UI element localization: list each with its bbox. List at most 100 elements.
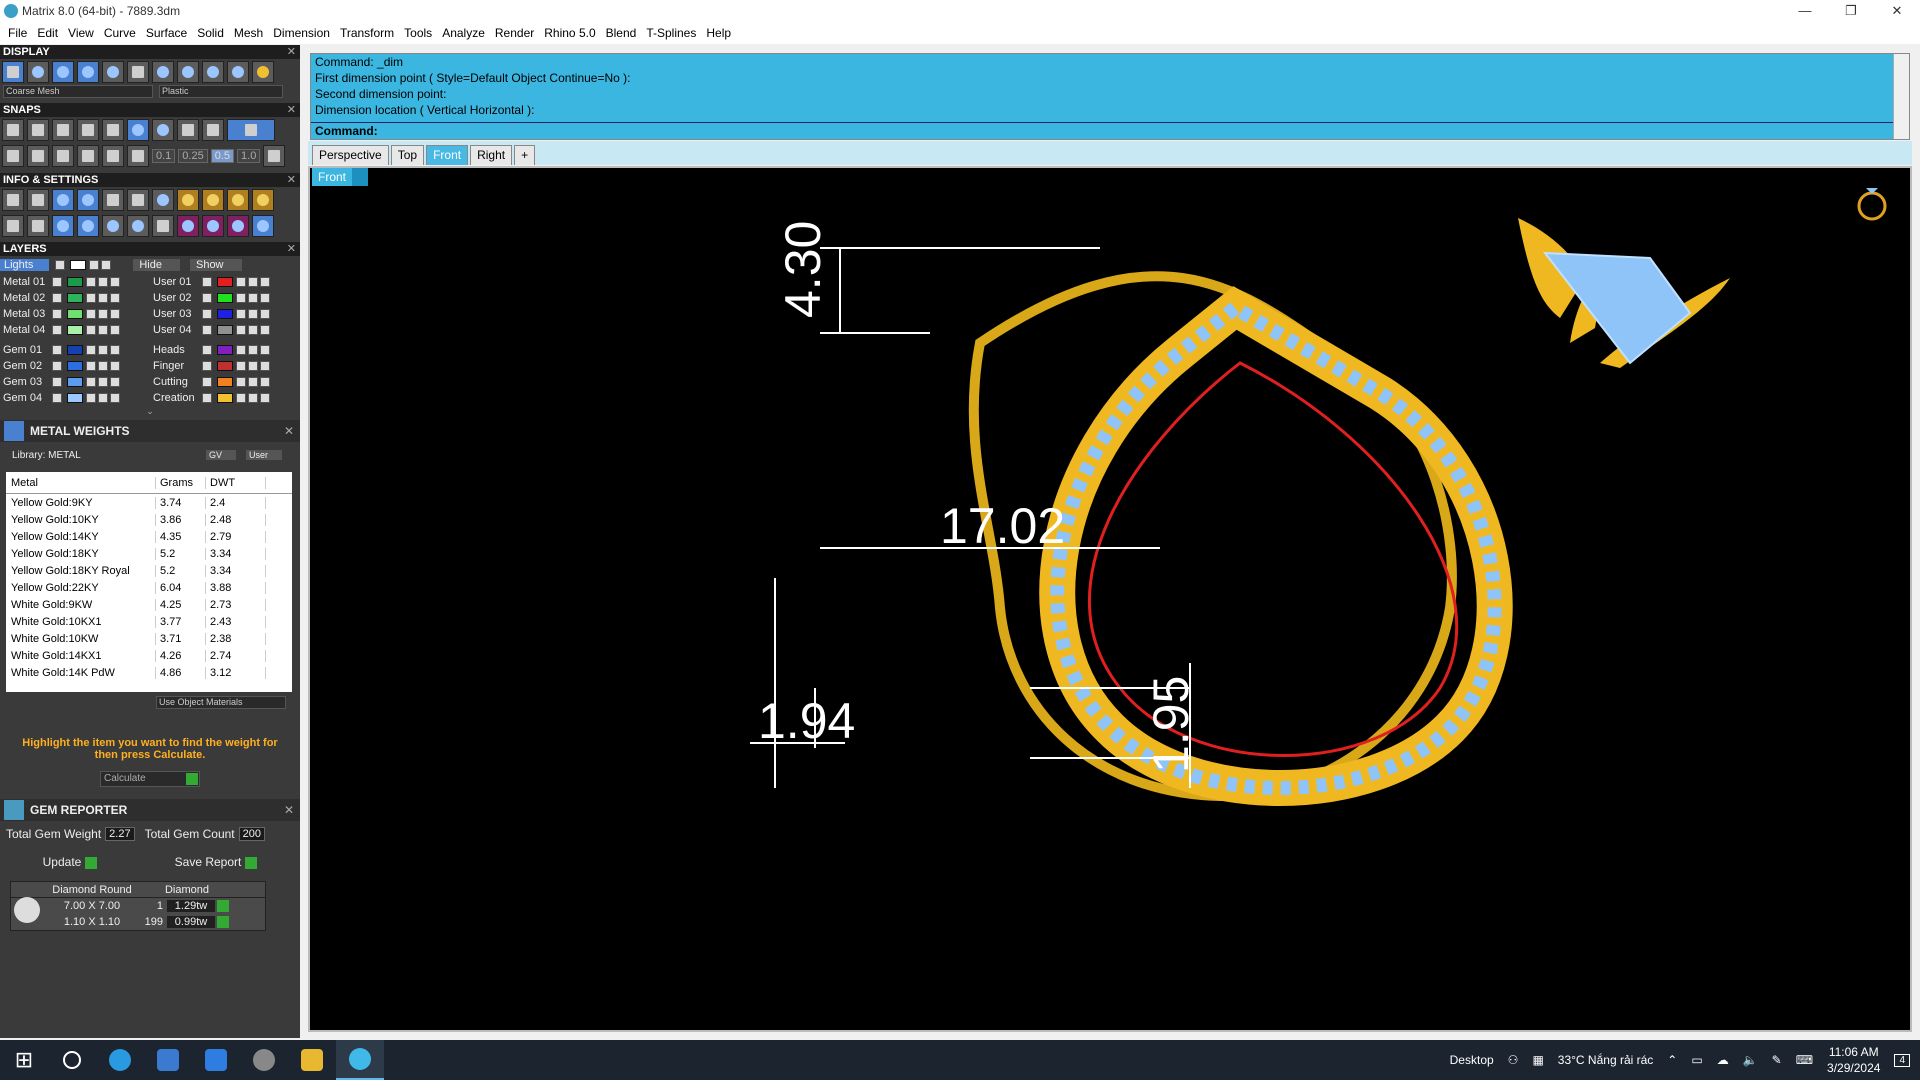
menu-transform[interactable]: Transform	[336, 26, 400, 40]
material-gold-button[interactable]	[152, 61, 174, 83]
menu-surface[interactable]: Surface	[142, 26, 193, 40]
search-icon[interactable]	[27, 189, 49, 211]
funnel-icon[interactable]	[102, 215, 124, 237]
menu-solid[interactable]: Solid	[193, 26, 230, 40]
snap-quad-icon[interactable]	[202, 119, 224, 141]
table-row[interactable]: White Gold:10KW 3.71 2.38	[6, 630, 292, 647]
snap-value-05[interactable]: 0.5	[210, 149, 235, 163]
table-row[interactable]: White Gold:10KX1 3.77 2.43	[6, 613, 292, 630]
material-chrome-button[interactable]	[202, 61, 224, 83]
layer-gem-01[interactable]: Gem 01	[0, 342, 150, 358]
gem-render-icon[interactable]	[227, 215, 249, 237]
shaded-button[interactable]	[27, 61, 49, 83]
unlock-icon[interactable]	[202, 189, 224, 211]
menu-mesh[interactable]: Mesh	[230, 26, 269, 40]
user-toggle[interactable]: User	[246, 450, 283, 460]
chevron-up-icon[interactable]: ⌃	[1667, 1053, 1677, 1067]
front-viewport[interactable]: Front 4.30 17.02 1.94 1.95	[308, 166, 1912, 1032]
snap-point-icon[interactable]	[52, 119, 74, 141]
table-row[interactable]: White Gold:9KW 4.25 2.73	[6, 596, 292, 613]
tab-top[interactable]: Top	[390, 145, 425, 165]
table-row[interactable]: Yellow Gold:10KY 3.86 2.48	[6, 511, 292, 528]
edge-button[interactable]	[96, 1040, 144, 1080]
unlock-all-icon[interactable]	[252, 189, 274, 211]
close-icon[interactable]: ✕	[287, 173, 296, 187]
snap-ortho-button[interactable]	[227, 119, 275, 141]
menu-tools[interactable]: Tools	[400, 26, 438, 40]
render-icon[interactable]	[177, 215, 199, 237]
globe-icon[interactable]	[252, 215, 274, 237]
arrow-right-icon[interactable]	[217, 916, 229, 928]
onedrive-icon[interactable]: ☁	[1717, 1053, 1729, 1067]
close-button[interactable]: ✕	[1874, 0, 1920, 22]
weather-icon[interactable]: ▦	[1532, 1053, 1543, 1067]
menu-analyze[interactable]: Analyze	[438, 26, 491, 40]
use-object-materials-toggle[interactable]: Use Object Materials	[156, 696, 286, 709]
menu-blend[interactable]: Blend	[602, 26, 643, 40]
table-row[interactable]: Yellow Gold:14KY 4.35 2.79	[6, 528, 292, 545]
menu-curve[interactable]: Curve	[100, 26, 142, 40]
matrix-taskbar-button[interactable]	[336, 1040, 384, 1080]
layer-metal-01[interactable]: Metal 01	[0, 274, 150, 290]
table-row[interactable]: Yellow Gold:22KY 6.04 3.88	[6, 579, 292, 596]
menu-help[interactable]: Help	[702, 26, 737, 40]
table-row[interactable]: White Gold:14K PdW 4.86 3.12	[6, 664, 292, 681]
wireframe-button[interactable]	[2, 61, 24, 83]
grid-icon[interactable]	[2, 145, 24, 167]
ghosted-button[interactable]	[77, 61, 99, 83]
notes-icon[interactable]	[127, 189, 149, 211]
calculate-button[interactable]: Calculate	[100, 771, 200, 787]
snap-value-025[interactable]: 0.25	[178, 149, 208, 163]
save-report-button[interactable]: Save Report	[175, 855, 258, 869]
lights-swatch[interactable]	[70, 260, 87, 270]
weather-text[interactable]: 33°C Nắng rải rác	[1558, 1053, 1654, 1067]
grid-layout-icon[interactable]	[2, 215, 24, 237]
rendered-button[interactable]	[52, 61, 74, 83]
grid-toggle-icon[interactable]	[263, 145, 286, 167]
close-icon[interactable]: ✕	[284, 424, 294, 438]
layer-user-02[interactable]: User 02	[150, 290, 300, 306]
material-select[interactable]: Plastic	[159, 85, 283, 98]
show-layers-button[interactable]: Show	[189, 259, 242, 271]
table-row[interactable]: Yellow Gold:18KY 5.2 3.34	[6, 545, 292, 562]
table-row[interactable]: White Gold:14KX1 4.26 2.74	[6, 647, 292, 664]
snap-value-10[interactable]: 1.0	[237, 149, 261, 163]
layer-gem-04[interactable]: Gem 04	[0, 390, 150, 406]
cube-info-icon[interactable]	[77, 189, 99, 211]
layer-metal-04[interactable]: Metal 04	[0, 322, 150, 338]
measure-icon[interactable]	[152, 189, 174, 211]
menu-edit[interactable]: Edit	[33, 26, 64, 40]
lock-icon[interactable]	[177, 189, 199, 211]
clock[interactable]: 11:06 AM 3/29/2024	[1827, 1044, 1880, 1076]
rhino-button[interactable]	[240, 1040, 288, 1080]
start-button[interactable]: ⊞	[0, 1040, 48, 1080]
document-icon[interactable]	[102, 189, 124, 211]
menu-render[interactable]: Render	[491, 26, 540, 40]
snap-perp-icon[interactable]	[152, 119, 174, 141]
close-icon[interactable]: ✕	[287, 242, 296, 256]
gv-toggle[interactable]: GV	[206, 450, 237, 460]
minimize-button[interactable]: —	[1782, 0, 1828, 22]
record-history-icon[interactable]	[52, 145, 74, 167]
menu-tsplines[interactable]: T-Splines	[642, 26, 702, 40]
settings-gear-icon[interactable]	[2, 189, 24, 211]
ring-orientation-icon[interactable]	[1852, 178, 1892, 222]
tab-front[interactable]: Front	[426, 145, 469, 165]
layer-metal-02[interactable]: Metal 02	[0, 290, 150, 306]
layer-gem-02[interactable]: Gem 02	[0, 358, 150, 374]
panel-icon[interactable]	[77, 215, 99, 237]
table-row[interactable]: 1.10 X 1.10 199 0.99tw	[11, 914, 265, 930]
smart-track-icon[interactable]	[102, 145, 124, 167]
material-yellow-button[interactable]	[252, 61, 274, 83]
update-button[interactable]: Update	[43, 855, 98, 869]
mesh-quality-select[interactable]: Coarse Mesh	[3, 85, 153, 98]
scatter-icon[interactable]	[127, 215, 149, 237]
search-button[interactable]	[48, 1040, 96, 1080]
close-icon[interactable]: ✕	[284, 803, 294, 817]
restore-button[interactable]: ❐	[1828, 0, 1874, 22]
tab-right[interactable]: Right	[470, 145, 513, 165]
snap-tan-icon[interactable]	[177, 119, 199, 141]
lights-lock-icon[interactable]	[89, 260, 100, 270]
arrow-right-icon[interactable]	[217, 900, 229, 912]
lights-layer[interactable]: Lights	[0, 259, 50, 271]
